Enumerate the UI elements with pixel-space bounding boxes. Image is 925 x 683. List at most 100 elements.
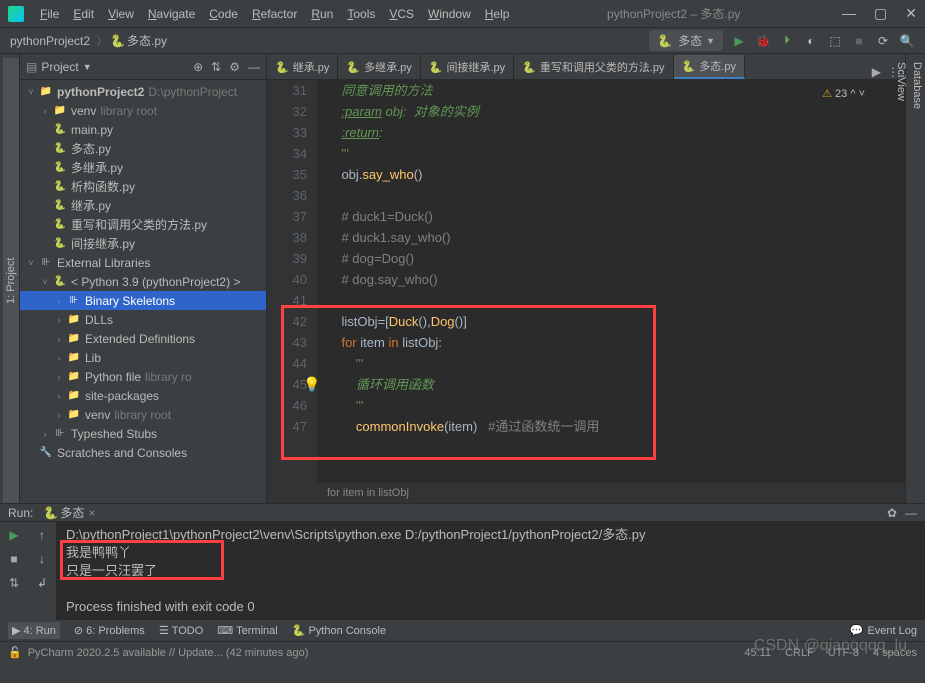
rerun-icon[interactable]: ▶ (9, 528, 18, 542)
tree-item[interactable]: ›📁Lib (20, 348, 266, 367)
code-line[interactable]: listObj=[Duck(),Dog()] (327, 311, 905, 332)
tab-right-icon[interactable]: ▶ (872, 65, 881, 79)
tree-item[interactable]: ›📁venvlibrary root (20, 405, 266, 424)
concurrency-icon[interactable]: ⬚ (827, 34, 843, 48)
file-encoding[interactable]: UTF-8 (828, 647, 859, 659)
close-run-tab-icon[interactable]: × (88, 506, 95, 520)
tree-item[interactable]: ˅🐍< Python 3.9 (pythonProject2) > (20, 272, 266, 291)
code-line[interactable]: :param obj: 对象的实例 (327, 101, 905, 122)
menu-window[interactable]: Window (422, 5, 477, 23)
code-line[interactable]: for item in listObj: (327, 332, 905, 353)
code-line[interactable]: :return: (327, 122, 905, 143)
btab-todo[interactable]: ☰ TODO (159, 624, 203, 637)
tree-item[interactable]: ›📁site-packages (20, 386, 266, 405)
run-button[interactable]: ▶ (731, 34, 747, 48)
chevron-down-icon[interactable]: ▼ (83, 62, 92, 72)
search-icon[interactable]: 🔍 (899, 34, 915, 48)
tree-item[interactable]: ›📁venvlibrary root (20, 101, 266, 120)
tree-item[interactable]: 🐍多态.py (20, 139, 266, 158)
tree-item[interactable]: 🐍多继承.py (20, 158, 266, 177)
maximize-icon[interactable]: ▢ (874, 5, 887, 22)
tree-item[interactable]: ˅📁pythonProject2D:\pythonProject (20, 82, 266, 101)
debug-button[interactable]: 🐞 (755, 34, 771, 48)
soft-wrap-icon[interactable]: ↲ (37, 576, 47, 590)
tree-item[interactable]: 🐍析构函数.py (20, 177, 266, 196)
breadcrumb-project[interactable]: pythonProject2 (10, 34, 90, 48)
btab-run[interactable]: ▶ 4: Run (8, 622, 60, 639)
code-line[interactable]: 同意调用的方法 (327, 80, 905, 101)
menu-tools[interactable]: Tools (341, 5, 381, 23)
code-line[interactable]: # duck1=Duck() (327, 206, 905, 227)
code-line[interactable]: commonInvoke(item) #通过函数统一调用 (327, 416, 905, 437)
bulb-icon[interactable]: 💡 (303, 374, 320, 395)
code-line[interactable]: ''' (327, 395, 905, 416)
btab-terminal[interactable]: ⌨ Terminal (217, 624, 277, 637)
project-tree[interactable]: ˅📁pythonProject2D:\pythonProject›📁venvli… (20, 80, 266, 503)
status-lock-icon[interactable]: 🔓 (8, 646, 22, 659)
locate-icon[interactable]: ⊕ (193, 60, 203, 74)
tree-item[interactable]: ˅⊪External Libraries (20, 253, 266, 272)
editor-breadcrumb[interactable]: for item in listObj (267, 483, 905, 503)
menu-code[interactable]: Code (203, 5, 244, 23)
code-line[interactable] (327, 290, 905, 311)
hide-icon[interactable]: — (905, 506, 917, 520)
tool-tab-project[interactable]: 1: Project (3, 58, 19, 503)
inspection-badge[interactable]: ⚠ 23 ^ ˅ (822, 84, 865, 105)
tree-item[interactable]: ›📁Python filelibrary ro (20, 367, 266, 386)
run-config-select[interactable]: 🐍 多态 ▼ (649, 30, 723, 51)
menu-file[interactable]: File (34, 5, 65, 23)
btab-eventlog[interactable]: Event Log (867, 625, 917, 637)
code-line[interactable]: # dog=Dog() (327, 248, 905, 269)
btab-python-console[interactable]: 🐍 Python Console (292, 624, 386, 637)
gear-icon[interactable]: ✿ (887, 506, 897, 520)
editor-tab[interactable]: 🐍多态.py (674, 55, 745, 79)
code-line[interactable]: ''' (327, 143, 905, 164)
code-line[interactable]: ''' (327, 353, 905, 374)
run-tab-name[interactable]: 多态 (60, 504, 84, 521)
tree-item[interactable]: 🐍继承.py (20, 196, 266, 215)
menu-navigate[interactable]: Navigate (142, 5, 201, 23)
down-icon[interactable]: ↓ (39, 552, 45, 566)
stop-icon[interactable]: ■ (10, 552, 17, 566)
menu-view[interactable]: View (102, 5, 140, 23)
line-separator[interactable]: CRLF (785, 647, 814, 659)
menu-vcs[interactable]: VCS (383, 5, 420, 23)
event-log-icon[interactable]: 💬 (850, 624, 864, 637)
caret-position[interactable]: 45:11 (744, 647, 771, 659)
tree-item[interactable]: ›📁DLLs (20, 310, 266, 329)
tree-item[interactable]: ›📁Extended Definitions (20, 329, 266, 348)
tree-item[interactable]: 🐍main.py (20, 120, 266, 139)
hide-icon[interactable]: — (248, 60, 260, 74)
code-line[interactable]: # duck1.say_who() (327, 227, 905, 248)
btab-problems[interactable]: ⊘ 6: Problems (74, 624, 145, 637)
code-line[interactable]: obj.say_who() (327, 164, 905, 185)
project-view-title[interactable]: Project (41, 60, 78, 74)
up-icon[interactable]: ↑ (39, 528, 45, 542)
menu-refactor[interactable]: Refactor (246, 5, 303, 23)
tree-item[interactable]: 🔧Scratches and Consoles (20, 443, 266, 462)
editor-tab[interactable]: 🐍重写和调用父类的方法.py (514, 55, 673, 79)
editor-tab[interactable]: 🐍多继承.py (338, 55, 420, 79)
console-output[interactable]: D:\pythonProject1\pythonProject2\venv\Sc… (56, 522, 925, 620)
expand-icon[interactable]: ⇅ (211, 60, 221, 74)
minimize-icon[interactable]: — (842, 5, 856, 22)
code-area[interactable]: ⚠ 23 ^ ˅ 同意调用的方法 :param obj: 对象的实例 :retu… (317, 80, 905, 483)
gear-icon[interactable]: ⚙ (229, 60, 240, 74)
editor[interactable]: 3132333435363738394041424344454647 ⚠ 23 … (267, 80, 905, 483)
editor-tab[interactable]: 🐍继承.py (267, 55, 338, 79)
code-line[interactable] (327, 185, 905, 206)
menu-edit[interactable]: Edit (67, 5, 100, 23)
close-icon[interactable]: ✕ (905, 5, 917, 22)
tree-item[interactable]: 🐍重写和调用父类的方法.py (20, 215, 266, 234)
code-line[interactable]: 循环调用函数💡 (327, 374, 905, 395)
editor-tab[interactable]: 🐍间接继承.py (421, 55, 514, 79)
layout-icon[interactable]: ⇅ (9, 576, 19, 590)
tree-item[interactable]: ›⊪Binary Skeletons (20, 291, 266, 310)
code-line[interactable]: # dog.say_who() (327, 269, 905, 290)
breadcrumb-file[interactable]: 多态.py (127, 32, 167, 49)
update-icon[interactable]: ⟳ (875, 34, 891, 48)
tool-tab-database[interactable]: Database (909, 54, 925, 503)
tree-item[interactable]: 🐍间接继承.py (20, 234, 266, 253)
tree-item[interactable]: ›⊪Typeshed Stubs (20, 424, 266, 443)
stop-icon[interactable]: ■ (851, 34, 867, 48)
